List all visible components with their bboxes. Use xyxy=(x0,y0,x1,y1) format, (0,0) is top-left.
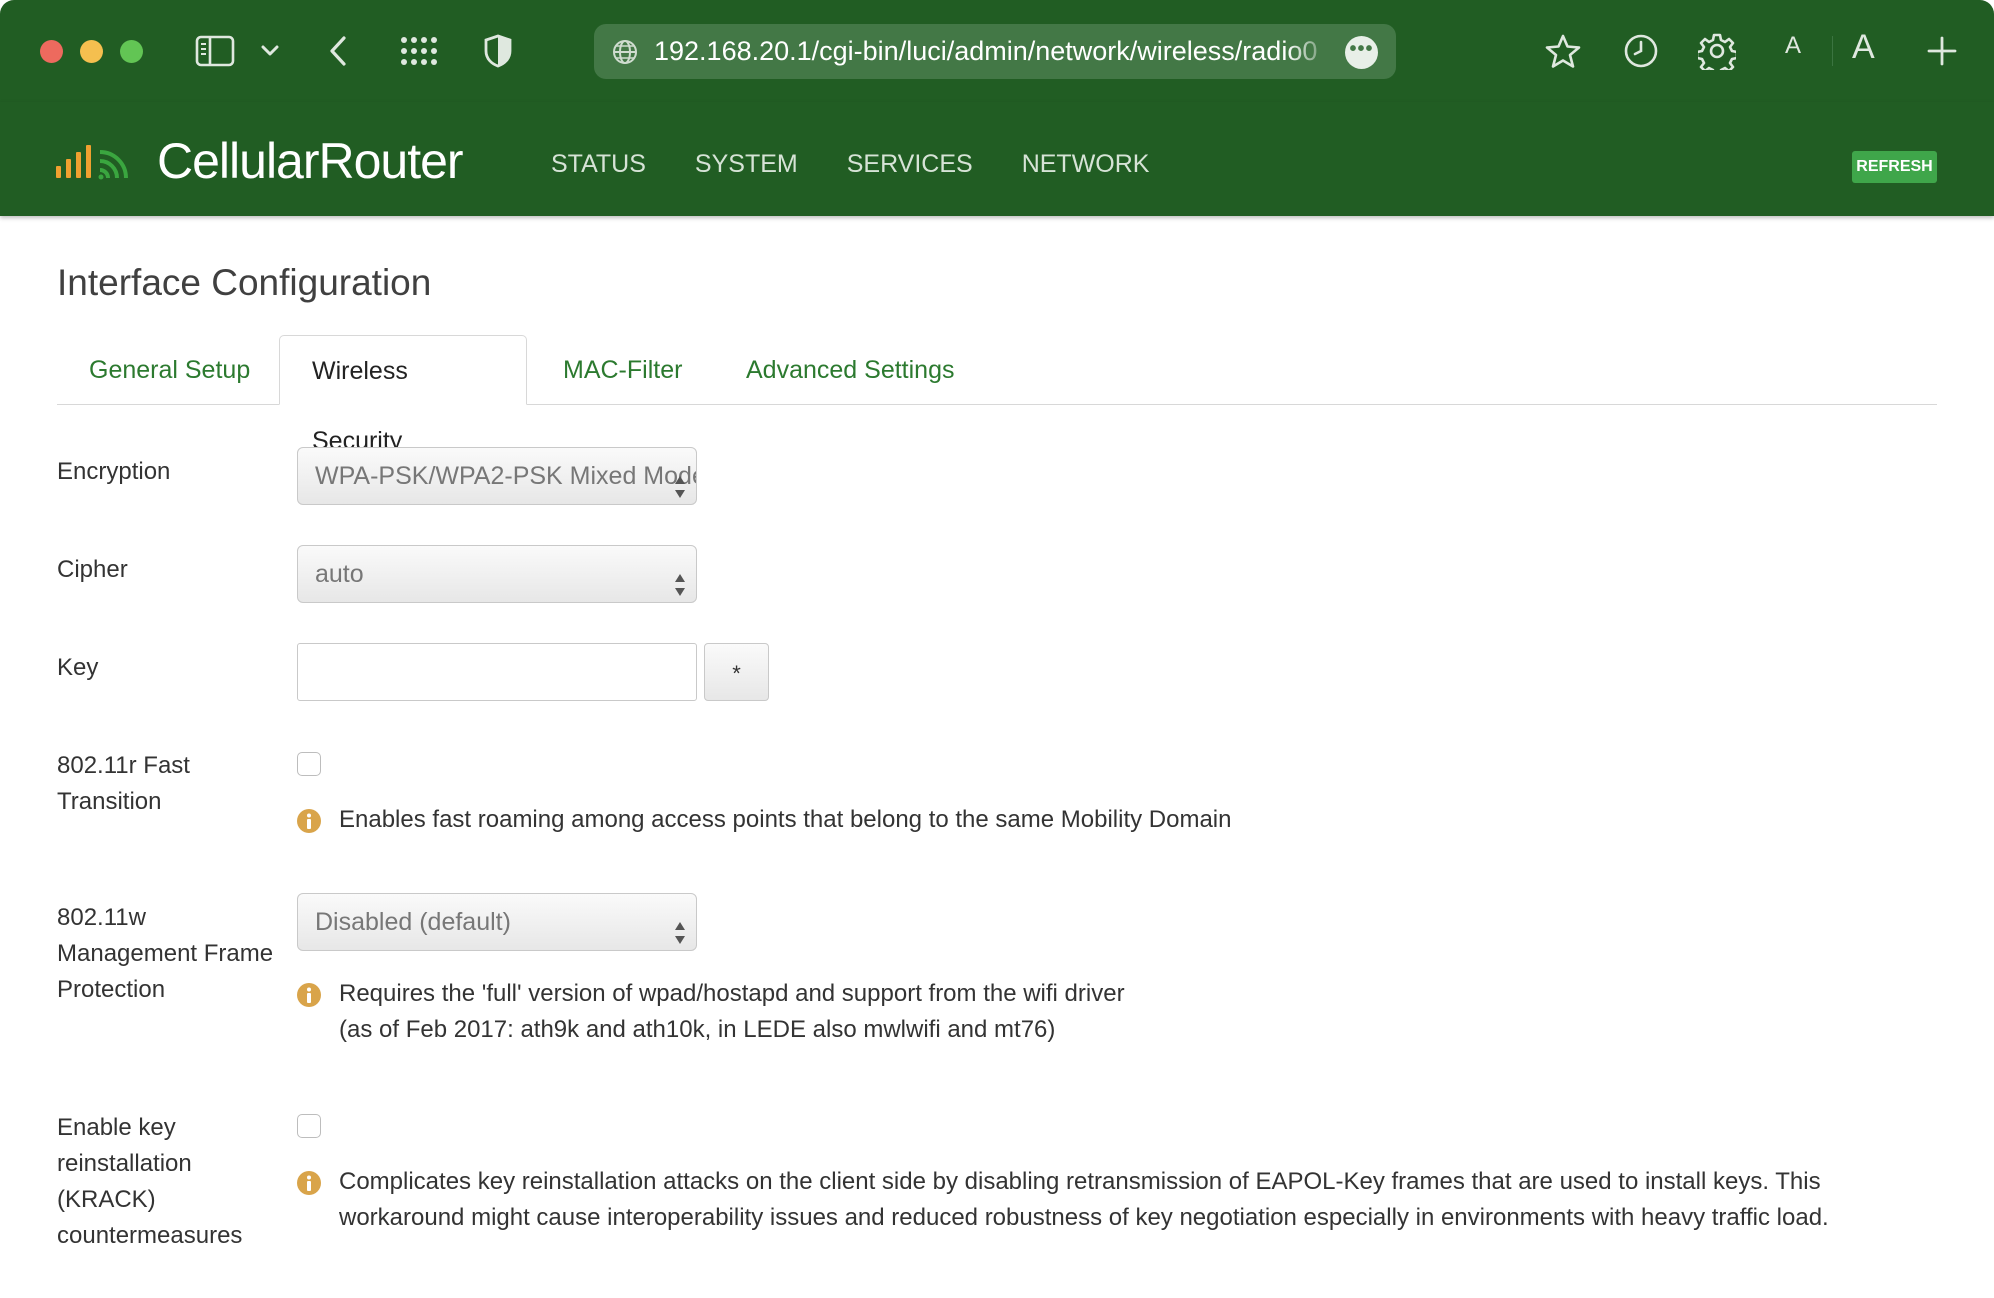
cipher-value: auto xyxy=(315,560,364,588)
zoom-window-button[interactable] xyxy=(120,40,143,63)
nav-services[interactable]: SERVICES xyxy=(847,149,973,179)
encryption-value: WPA-PSK/WPA2-PSK Mixed Mode xyxy=(315,462,697,490)
fast-transition-label-line: 802.11r Fast xyxy=(57,752,190,779)
encryption-label: Encryption xyxy=(57,458,171,485)
nav-status[interactable]: STATUS xyxy=(551,149,646,179)
tab-wireless-security[interactable]: Wireless Security xyxy=(279,335,527,455)
minimize-window-button[interactable] xyxy=(80,40,103,63)
info-icon xyxy=(296,1170,322,1201)
mfp-label: 802.11w Management Frame Protection xyxy=(57,900,273,1008)
signal-logo-icon xyxy=(56,138,142,185)
info-icon xyxy=(296,982,322,1013)
brand-name: CellularRouter xyxy=(157,133,464,189)
app-header: CellularRouter STATUS SYSTEM SERVICES NE… xyxy=(0,102,1994,216)
refresh-button[interactable]: REFRESH xyxy=(1852,151,1937,183)
globe-icon xyxy=(612,39,638,70)
shield-icon[interactable] xyxy=(481,26,515,76)
sidebar-icon[interactable] xyxy=(193,26,237,76)
mfp-description-line: (as of Feb 2017: ath9k and ath10k, in LE… xyxy=(339,1016,1056,1043)
select-arrows-icon xyxy=(674,562,686,602)
mfp-label-line: 802.11w xyxy=(57,904,146,931)
tab-mac-filter[interactable]: MAC-Filter xyxy=(531,335,714,405)
info-icon xyxy=(296,808,322,839)
tab-general-setup[interactable]: General Setup xyxy=(57,335,282,405)
fast-transition-label: 802.11r Fast Transition xyxy=(57,748,190,820)
tab-advanced-settings[interactable]: Advanced Settings xyxy=(714,335,986,405)
fast-transition-description: Enables fast roaming among access points… xyxy=(339,806,1232,833)
krack-description-line: Complicates key reinstallation attacks o… xyxy=(339,1168,1821,1195)
main-nav: STATUS SYSTEM SERVICES NETWORK xyxy=(551,149,1198,179)
select-arrows-icon xyxy=(674,464,686,504)
krack-label: Enable key reinstallation (KRACK) counte… xyxy=(57,1110,242,1254)
cipher-label: Cipher xyxy=(57,556,128,583)
chevron-down-icon[interactable] xyxy=(258,26,282,76)
krack-description-line: workaround might cause interoperability … xyxy=(339,1204,1829,1231)
fast-transition-label-line: Transition xyxy=(57,788,162,815)
gear-icon[interactable] xyxy=(1697,26,1737,76)
mfp-description-line: Requires the 'full' version of wpad/host… xyxy=(339,980,1125,1007)
increase-font-button[interactable]: A xyxy=(1852,28,1875,67)
mfp-select[interactable]: Disabled (default) xyxy=(297,893,697,951)
select-arrows-icon xyxy=(674,910,686,950)
nav-network[interactable]: NETWORK xyxy=(1022,149,1150,179)
mfp-label-line: Management Frame xyxy=(57,940,274,967)
krack-label-line: reinstallation xyxy=(57,1150,192,1177)
mfp-description: Requires the 'full' version of wpad/host… xyxy=(339,976,1125,1048)
more-icon[interactable]: ••• xyxy=(1345,36,1378,69)
krack-description: Complicates key reinstallation attacks o… xyxy=(339,1164,1829,1236)
apps-grid-icon[interactable] xyxy=(398,26,440,76)
toolbar-divider xyxy=(1832,36,1833,66)
fast-transition-checkbox[interactable] xyxy=(297,752,321,776)
reveal-key-button[interactable]: * xyxy=(704,643,769,701)
address-bar[interactable]: 192.168.20.1/cgi-bin/luci/admin/network/… xyxy=(594,24,1396,79)
cipher-select[interactable]: auto xyxy=(297,545,697,603)
page-title: Interface Configuration xyxy=(57,262,432,303)
krack-checkbox[interactable] xyxy=(297,1114,321,1138)
krack-label-line: (KRACK) xyxy=(57,1186,156,1213)
krack-label-line: Enable key xyxy=(57,1114,176,1141)
history-icon[interactable] xyxy=(1621,26,1661,76)
plus-icon[interactable] xyxy=(1925,26,1959,76)
url-text: 192.168.20.1/cgi-bin/luci/admin/network/… xyxy=(654,36,1318,66)
key-input[interactable] xyxy=(297,643,697,701)
browser-window: 192.168.20.1/cgi-bin/luci/admin/network/… xyxy=(0,0,1994,1298)
decrease-font-button[interactable]: A xyxy=(1785,32,1801,60)
krack-label-line: countermeasures xyxy=(57,1222,243,1249)
back-icon[interactable] xyxy=(323,26,353,76)
star-icon[interactable] xyxy=(1543,26,1583,76)
nav-system[interactable]: SYSTEM xyxy=(695,149,798,179)
encryption-select[interactable]: WPA-PSK/WPA2-PSK Mixed Mode xyxy=(297,447,697,505)
mfp-label-line: Protection xyxy=(57,976,166,1003)
close-window-button[interactable] xyxy=(40,40,63,63)
browser-toolbar: 192.168.20.1/cgi-bin/luci/admin/network/… xyxy=(0,0,1994,102)
mfp-value: Disabled (default) xyxy=(315,908,511,936)
key-label: Key xyxy=(57,654,99,681)
